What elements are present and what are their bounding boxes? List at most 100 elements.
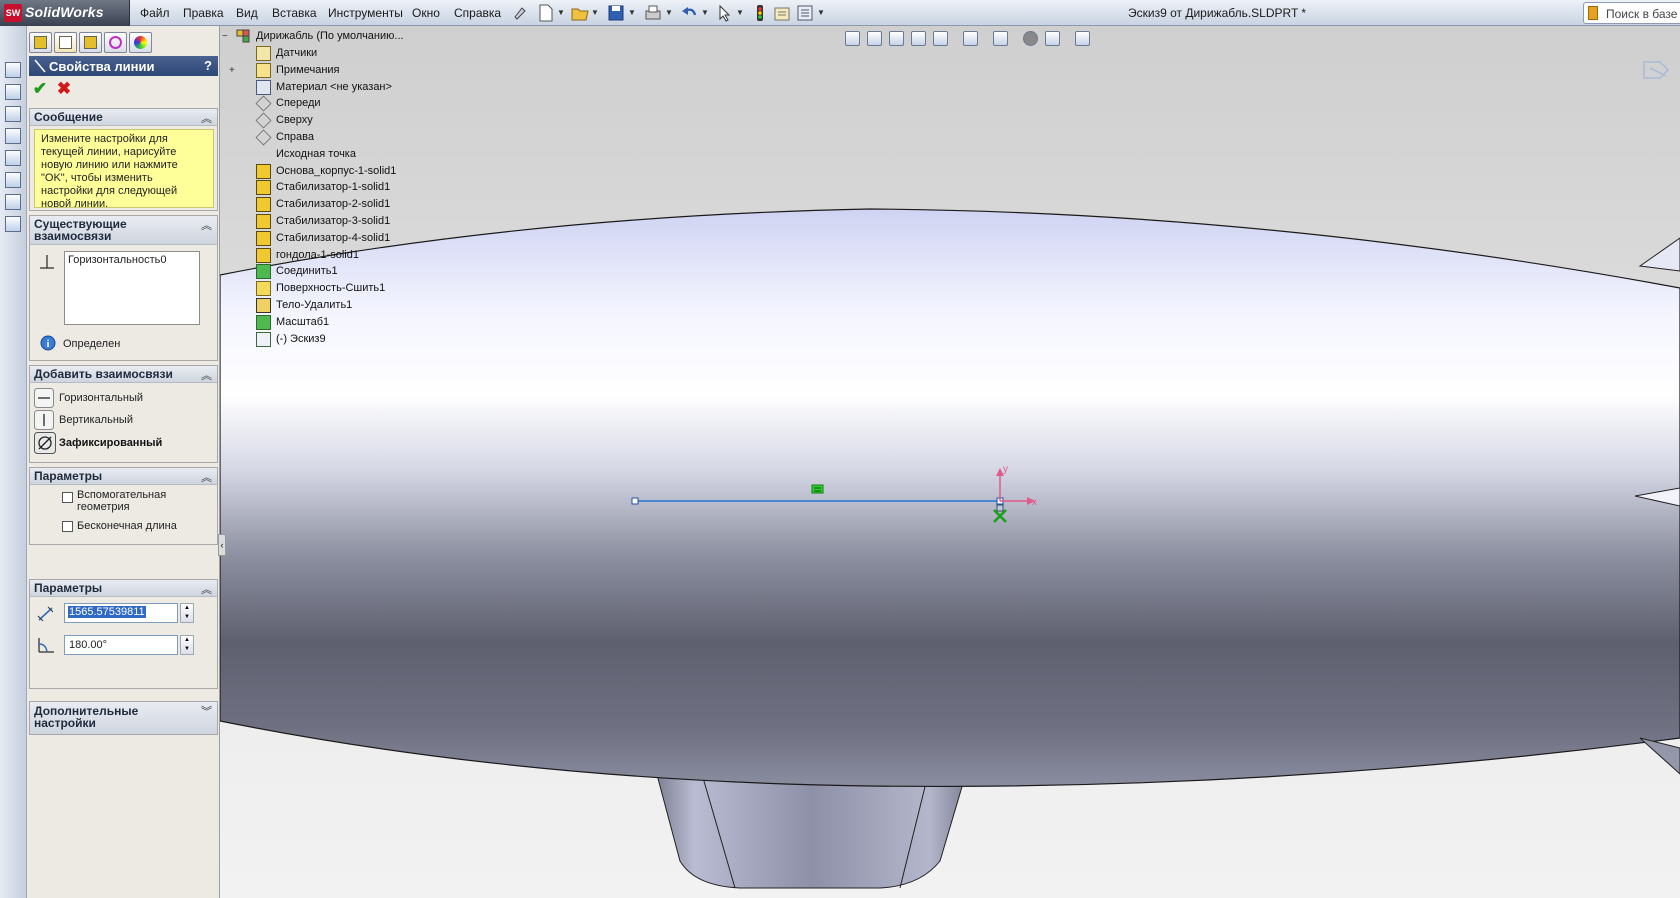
add-fixed-label: Зафиксированный: [59, 437, 163, 449]
add-relations-title: Добавить взаимосвязи: [34, 367, 173, 381]
collapse-chevron-icon[interactable]: ︽: [201, 110, 212, 126]
rebuild-icon[interactable]: [750, 3, 770, 23]
file-properties-icon[interactable]: [772, 3, 792, 23]
add-fixed-button[interactable]: Зафиксированный: [34, 432, 214, 454]
line-tool-icon[interactable]: [5, 106, 21, 122]
additional-settings-group: Дополнительные настройки ︾: [29, 701, 218, 735]
circle-tool-icon[interactable]: [5, 150, 21, 166]
cancel-button[interactable]: ✖: [55, 80, 73, 98]
length-spinner[interactable]: ▲ ▼: [180, 603, 194, 623]
menu-view[interactable]: Вид: [236, 6, 258, 20]
tab-dimxpert-manager[interactable]: [104, 32, 127, 53]
view-settings-icon[interactable]: [1075, 31, 1090, 46]
options-icon[interactable]: [795, 3, 815, 23]
infinite-length-checkbox[interactable]: [62, 521, 73, 532]
additional-settings-title: Дополнительные настройки: [34, 704, 139, 730]
message-group: Сообщение ︽ Измените настройки для текущ…: [29, 108, 218, 211]
sketch-tool-icon[interactable]: [5, 62, 21, 78]
relations-listbox[interactable]: Горизонтальность0: [64, 251, 200, 325]
collapse-chevron-icon[interactable]: ︽: [201, 217, 212, 233]
menu-bar: SW SolidWorks Файл Правка Вид Вставка Ин…: [0, 0, 1680, 26]
panel-collapse-handle[interactable]: ‹: [218, 534, 226, 556]
construction-geometry-label: Вспомогательная геометрия: [77, 489, 167, 513]
menu-help[interactable]: Справка: [454, 6, 501, 20]
add-vertical-label: Вертикальный: [59, 414, 133, 426]
message-text: Измените настройки для текущей линии, на…: [34, 129, 214, 210]
tab-configuration-manager[interactable]: [79, 32, 102, 53]
definition-status: Определен: [63, 338, 121, 350]
relations-tool-icon[interactable]: [5, 216, 21, 232]
expand-chevron-icon[interactable]: ︾: [201, 703, 212, 719]
origin-icon: [256, 147, 271, 162]
message-group-header[interactable]: Сообщение ︽: [30, 109, 217, 126]
horizontal-relation-icon[interactable]: [811, 484, 824, 494]
open-folder-icon[interactable]: [570, 3, 590, 23]
existing-relations-group: Существующие взаимосвязи ︽ Горизонтально…: [29, 215, 218, 361]
additional-settings-header[interactable]: Дополнительные настройки ︾: [30, 702, 217, 734]
plane-icon: [255, 129, 272, 146]
parameters-title: Параметры: [34, 581, 103, 595]
select-arrow-icon[interactable]: [715, 3, 735, 23]
tree-item-label: (-) Эскиз9: [276, 332, 326, 345]
tab-property-manager[interactable]: [54, 32, 77, 53]
undo-icon[interactable]: [679, 3, 699, 23]
origin-y-label: y: [1003, 464, 1008, 475]
apply-scene-icon[interactable]: [1045, 31, 1060, 46]
add-horizontal-button[interactable]: Горизонтальный: [34, 388, 214, 408]
app-logo[interactable]: SW SolidWorks: [0, 0, 130, 26]
collapse-chevron-icon[interactable]: ︽: [201, 469, 212, 485]
panel-title: Свойства линии: [49, 59, 155, 74]
search-box[interactable]: Поиск в базе з: [1583, 2, 1680, 24]
new-document-icon[interactable]: [536, 3, 556, 23]
menu-tools[interactable]: Инструменты: [328, 6, 403, 20]
delete-body-icon: [256, 298, 271, 313]
help-button[interactable]: ?: [204, 58, 212, 73]
section-view-icon[interactable]: [911, 31, 926, 46]
tab-display-manager[interactable]: [129, 32, 152, 53]
options-header[interactable]: Параметры ︽: [30, 468, 217, 485]
tab-feature-manager[interactable]: [29, 32, 52, 53]
tree-item-label: Датчики: [276, 47, 318, 59]
ok-button[interactable]: ✔: [31, 80, 49, 98]
collapse-chevron-icon[interactable]: ︽: [201, 367, 212, 383]
tree-collapse-toggle[interactable]: −: [222, 31, 228, 42]
parameters-header[interactable]: Параметры ︽: [30, 580, 217, 597]
print-icon[interactable]: [643, 3, 663, 23]
length-icon: [37, 606, 54, 622]
save-icon[interactable]: [606, 3, 626, 23]
tree-item-label: Соединить1: [276, 265, 338, 278]
coincident-marker-icon: [993, 509, 1007, 523]
display-style-icon[interactable]: [963, 31, 978, 46]
zoom-to-area-icon[interactable]: [867, 31, 882, 46]
tree-item-label: гондола-1-solid1: [276, 248, 359, 261]
add-relations-group: Добавить взаимосвязи ︽ Горизонтальный Ве…: [29, 365, 218, 463]
rectangle-tool-icon[interactable]: [5, 128, 21, 144]
line-start-endpoint[interactable]: [631, 497, 639, 505]
length-field[interactable]: 1565.57539811: [64, 603, 178, 623]
collapse-chevron-icon[interactable]: ︽: [201, 581, 212, 597]
menu-file[interactable]: Файл: [140, 6, 170, 20]
surface-knit-icon: [256, 281, 271, 297]
arc-tool-icon[interactable]: [5, 172, 21, 188]
trim-tool-icon[interactable]: [5, 194, 21, 210]
smart-dimension-icon[interactable]: [5, 84, 21, 100]
view-orientation-icon[interactable]: [933, 31, 948, 46]
annotations-expand-toggle[interactable]: +: [229, 65, 235, 76]
add-relations-header[interactable]: Добавить взаимосвязи ︽: [30, 366, 217, 383]
menu-insert[interactable]: Вставка: [272, 6, 317, 20]
menu-edit[interactable]: Правка: [183, 6, 224, 20]
construction-geometry-checkbox[interactable]: [62, 492, 73, 503]
edit-appearance-icon[interactable]: [1023, 31, 1038, 46]
hide-show-items-icon[interactable]: [993, 31, 1008, 46]
existing-relations-header[interactable]: Существующие взаимосвязи ︽: [30, 216, 217, 245]
angle-field[interactable]: 180.00°: [64, 635, 178, 655]
angle-spinner[interactable]: ▲ ▼: [180, 635, 194, 655]
parameters-group: Параметры ︽ 1565.57539811 ▲ ▼ 180.00° ▲ ▼: [29, 579, 218, 689]
zoom-to-fit-icon[interactable]: [845, 31, 860, 46]
add-vertical-button[interactable]: Вертикальный: [34, 410, 214, 430]
menu-window[interactable]: Окно: [412, 6, 440, 20]
pin-icon[interactable]: [509, 3, 529, 23]
relation-item[interactable]: Горизонтальность0: [68, 254, 196, 266]
tree-item-label: Сверху: [276, 114, 313, 127]
previous-view-icon[interactable]: [889, 31, 904, 46]
